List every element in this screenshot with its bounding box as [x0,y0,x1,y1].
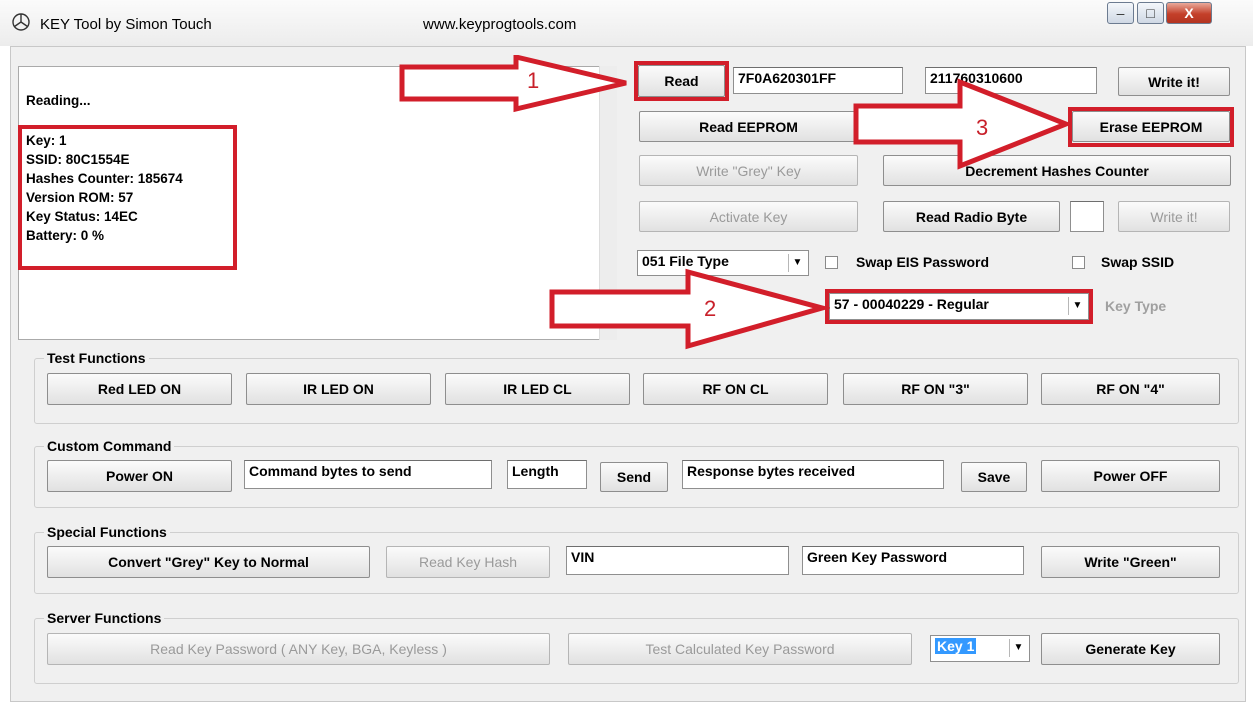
test-calculated-password-button[interactable]: Test Calculated Key Password [568,633,912,665]
read-key-password-button[interactable]: Read Key Password ( ANY Key, BGA, Keyles… [47,633,550,665]
length-field[interactable]: Length [507,460,587,489]
command-bytes-field[interactable]: Command bytes to send [244,460,492,489]
write-it-button[interactable]: Write it! [1118,67,1230,96]
ir-led-on-button[interactable]: IR LED ON [246,373,431,405]
chevron-down-icon: ▼ [1009,639,1027,657]
highlight-box [634,61,729,101]
ir-led-cl-button[interactable]: IR LED CL [445,373,630,405]
read-key-hash-button[interactable]: Read Key Hash [386,546,550,578]
arrow-annotation-1 [399,55,627,113]
write-grey-key-button[interactable]: Write "Grey" Key [639,155,858,186]
red-led-on-button[interactable]: Red LED ON [47,373,232,405]
maximize-button[interactable]: □ [1137,2,1164,24]
arrow-annotation-3 [853,78,1072,170]
window-title: KEY Tool by Simon Touch [40,16,212,33]
generate-key-button[interactable]: Generate Key [1041,633,1220,665]
annotation-number-3: 3 [976,115,989,140]
write-green-button[interactable]: Write "Green" [1041,546,1220,578]
special-functions-title: Special Functions [44,524,170,540]
power-on-button[interactable]: Power ON [47,460,232,492]
rf-on-4-button[interactable]: RF ON "4" [1041,373,1220,405]
rf-on-cl-button[interactable]: RF ON CL [643,373,828,405]
window-url: www.keyprogtools.com [423,16,577,33]
send-button[interactable]: Send [600,462,668,492]
save-button[interactable]: Save [961,462,1027,492]
key-type-label: Key Type [1105,298,1167,314]
custom-command-title: Custom Command [44,438,175,454]
vin-field[interactable]: VIN [566,546,789,575]
read-eeprom-button[interactable]: Read EEPROM [639,111,858,142]
highlight-box [18,125,237,270]
swap-ssid-label: Swap SSID [1101,254,1175,270]
minimize-button[interactable]: ‒ [1107,2,1134,24]
power-off-button[interactable]: Power OFF [1041,460,1220,492]
annotation-number-1: 1 [527,68,540,93]
highlight-box [825,289,1093,324]
app-icon [12,13,30,31]
swap-ssid-checkbox[interactable] [1072,256,1085,269]
swap-eis-label: Swap EIS Password [856,254,990,270]
radio-byte-field[interactable] [1070,201,1104,232]
convert-grey-key-button[interactable]: Convert "Grey" Key to Normal [47,546,370,578]
annotation-number-2: 2 [704,296,717,321]
key-slot-value: Key 1 [935,638,977,654]
log-reading: Reading... [26,93,91,108]
test-functions-title: Test Functions [44,350,149,366]
close-button[interactable]: X [1166,2,1212,24]
read-radio-byte-button[interactable]: Read Radio Byte [883,201,1060,232]
highlight-box [1068,107,1234,147]
write-it-radio-button[interactable]: Write it! [1118,201,1230,232]
key-slot-select[interactable]: Key 1 ▼ [930,635,1030,662]
response-bytes-field[interactable]: Response bytes received [682,460,944,489]
file-type-value: 051 File Type [642,253,729,269]
arrow-annotation-2 [549,268,830,350]
rf-on-3-button[interactable]: RF ON "3" [843,373,1028,405]
green-key-password-field[interactable]: Green Key Password [802,546,1024,575]
server-functions-title: Server Functions [44,610,165,626]
activate-key-button[interactable]: Activate Key [639,201,858,232]
